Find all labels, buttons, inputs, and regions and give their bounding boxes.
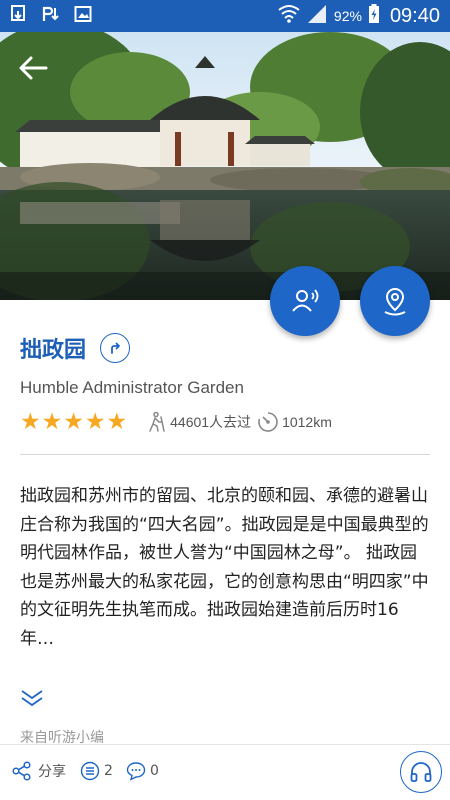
star-icon: ★: [20, 408, 41, 435]
star-icon: ★: [106, 408, 128, 435]
map-location-button[interactable]: [360, 266, 430, 336]
image-icon: [74, 5, 92, 27]
star-icon: ★: [63, 408, 84, 435]
battery-icon: [368, 4, 380, 28]
p-notification-icon: [42, 5, 60, 27]
turn-right-arrow-icon: [111, 342, 120, 354]
hero-garden-image: [0, 32, 450, 300]
arrow-left-icon: [19, 56, 48, 80]
comment-count-text: 0: [150, 763, 159, 779]
navigate-button[interactable]: [100, 333, 131, 363]
visitor-count: 44601人去过: [145, 411, 251, 433]
speaking-person-icon: [292, 289, 319, 312]
clock: 09:40: [389, 4, 440, 27]
attraction-title: 拙政园: [20, 338, 87, 363]
distance-gauge-icon: [258, 412, 278, 432]
share-label: 分享: [38, 764, 66, 780]
headphones-icon: [410, 762, 432, 782]
hiker-icon: [149, 411, 165, 432]
distance-text: 1012km: [282, 414, 332, 430]
visitor-count-text: 44601人去过: [170, 414, 252, 430]
list-icon: [80, 761, 100, 781]
bottom-bar: 分享 2 0: [0, 744, 450, 800]
share-icon: [12, 761, 31, 781]
attraction-english-name: Humble Administrator Garden: [20, 378, 244, 397]
attraction-description: 拙政园和苏州市的留园、北京的颐和园、承德的避暑山庄合称为我国的“四大名园”。拙政…: [20, 486, 429, 649]
star-rating: ★ ★ ★ ★ ★: [20, 408, 128, 435]
divider: [20, 454, 430, 455]
distance: 1012km: [257, 411, 332, 433]
location-pin-icon: [384, 287, 406, 316]
star-icon: ★: [84, 408, 106, 435]
list-count-text: 2: [104, 763, 113, 779]
meta-row: ★ ★ ★ ★ ★ 44601人去过 1012km: [20, 408, 332, 436]
back-button[interactable]: [16, 52, 52, 84]
star-icon: ★: [41, 408, 63, 435]
download-icon: [10, 5, 28, 27]
status-bar: 92% 09:40: [0, 0, 450, 32]
title-row: 拙政园: [20, 332, 131, 364]
list-button[interactable]: 2: [80, 761, 113, 781]
signal-icon: [306, 4, 328, 28]
wifi-icon: [278, 4, 300, 28]
battery-percent: 92%: [333, 8, 362, 24]
expand-chevron-icon[interactable]: [20, 688, 44, 708]
audio-play-button[interactable]: [400, 751, 442, 793]
comment-button[interactable]: 0: [126, 761, 159, 781]
comment-icon: [126, 762, 146, 781]
share-button[interactable]: 分享: [12, 761, 66, 781]
audio-guide-button[interactable]: [270, 266, 340, 336]
